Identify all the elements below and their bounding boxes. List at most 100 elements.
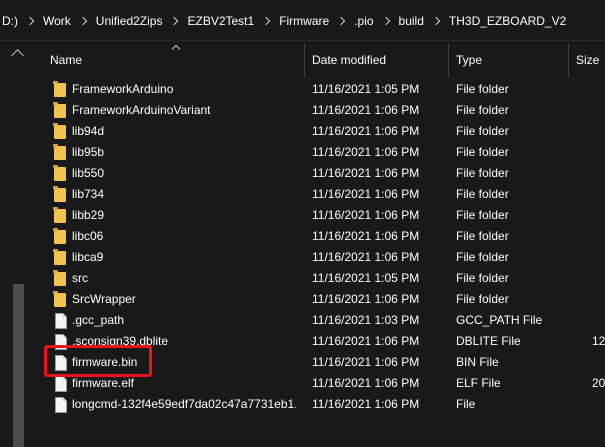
file-name: FrameworkArduinoVariant: [72, 103, 211, 117]
file-type: BIN File: [456, 355, 499, 369]
file-list: FrameworkArduino 11/16/2021 1:05 PM File f…: [32, 79, 605, 447]
file-row[interactable]: .gcc_path 11/16/2021 1:03 PM GCC_PATH File: [32, 310, 605, 331]
breadcrumb-item[interactable]: Firmware: [277, 14, 331, 28]
file-row[interactable]: .sconsign39.dblite 11/16/2021 1:06 PM DBLI…: [32, 331, 605, 352]
file-name: src: [72, 271, 88, 285]
file-date: 11/16/2021 1:06 PM: [312, 145, 420, 159]
file-name: lib550: [72, 166, 105, 180]
file-size: [592, 142, 605, 163]
file-row[interactable]: FrameworkArduinoVariant 11/16/2021 1:06 P…: [32, 100, 605, 121]
chevron-right-icon[interactable]: [170, 16, 179, 26]
file-row[interactable]: libca9 11/16/2021 1:06 PM File folder: [32, 247, 605, 268]
file-row[interactable]: lib94d 11/16/2021 1:06 PM File folder: [32, 121, 605, 142]
breadcrumb-item[interactable]: D:): [0, 14, 20, 28]
file-size: [592, 205, 605, 226]
file-row[interactable]: SrcWrapper 11/16/2021 1:06 PM File folder: [32, 289, 605, 310]
column-header-name[interactable]: Name: [50, 41, 82, 79]
file-type: File folder: [456, 271, 509, 285]
file-row[interactable]: libc06 11/16/2021 1:06 PM File folder: [32, 226, 605, 247]
address-bar[interactable]: D:) Work Unified2Zips EZBV2Test1 Firmware .pi…: [0, 0, 605, 41]
chevron-right-icon[interactable]: [25, 16, 35, 26]
breadcrumb-item[interactable]: TH3D_EZBOARD_V2: [447, 14, 568, 28]
chevron-right-icon[interactable]: [261, 16, 271, 26]
file-icon: [55, 355, 67, 371]
file-type: File folder: [456, 145, 509, 159]
file-date: 11/16/2021 1:05 PM: [312, 271, 420, 285]
file-row[interactable]: lib95b 11/16/2021 1:06 PM File folder: [32, 142, 605, 163]
file-date: 11/16/2021 1:06 PM: [312, 124, 420, 138]
file-size: [592, 352, 605, 373]
file-type: DBLITE File: [456, 334, 521, 348]
file-date: 11/16/2021 1:06 PM: [312, 334, 420, 348]
folder-icon: [53, 291, 66, 307]
file-name: .sconsign39.dblite: [72, 334, 169, 348]
chevron-right-icon[interactable]: [381, 16, 390, 26]
file-type: ELF File: [456, 376, 501, 390]
breadcrumb-item[interactable]: .pio: [352, 14, 375, 28]
file-name: FrameworkArduino: [72, 82, 174, 96]
file-name: lib95b: [72, 145, 105, 159]
file-date: 11/16/2021 1:06 PM: [312, 355, 420, 369]
chevron-right-icon[interactable]: [336, 16, 346, 26]
file-row-highlighted[interactable]: firmware.bin 11/16/2021 1:06 PM BIN File: [32, 352, 605, 373]
chevron-right-icon[interactable]: [78, 16, 88, 26]
file-icon: [55, 376, 67, 392]
file-date: 11/16/2021 1:06 PM: [312, 397, 420, 411]
file-name: firmware.bin: [72, 355, 138, 369]
file-type: File folder: [456, 208, 509, 222]
file-size: [592, 268, 605, 289]
scroll-up-icon[interactable]: [11, 49, 24, 62]
breadcrumb-item[interactable]: Work: [41, 14, 73, 28]
chevron-right-icon[interactable]: [431, 16, 441, 26]
column-header-size[interactable]: Size: [576, 41, 599, 79]
file-size: [592, 184, 605, 205]
file-type: File folder: [456, 124, 509, 138]
file-icon: [55, 334, 67, 350]
folder-icon: [53, 144, 66, 160]
file-type: File: [456, 397, 476, 411]
file-name: SrcWrapper: [72, 292, 136, 306]
file-row[interactable]: FrameworkArduino 11/16/2021 1:05 PM File f…: [32, 79, 605, 100]
file-size: [592, 121, 605, 142]
file-name: lib94d: [72, 124, 105, 138]
breadcrumb-item[interactable]: EZBV2Test1: [185, 14, 256, 28]
folder-icon: [53, 102, 66, 118]
breadcrumb-item[interactable]: build: [397, 14, 426, 28]
file-size: [592, 247, 605, 268]
file-name: longcmd-132f4e59edf7da02c47a7731eb1...: [72, 397, 296, 411]
navigation-pane: [0, 41, 30, 447]
column-header-date[interactable]: Date modified: [312, 41, 386, 79]
column-divider[interactable]: [448, 43, 449, 77]
file-icon: [55, 397, 67, 413]
file-size: [592, 226, 605, 247]
folder-icon: [53, 207, 66, 223]
file-size: [592, 310, 605, 331]
file-size: 20,: [592, 376, 605, 390]
folder-icon: [53, 186, 66, 202]
column-header-type[interactable]: Type: [456, 41, 482, 79]
file-size: [592, 289, 605, 310]
file-row[interactable]: libb29 11/16/2021 1:06 PM File folder: [32, 205, 605, 226]
file-row[interactable]: src 11/16/2021 1:05 PM File folder: [32, 268, 605, 289]
file-row[interactable]: longcmd-132f4e59edf7da02c47a7731eb1... 11…: [32, 394, 605, 415]
navigation-scrollbar[interactable]: [13, 284, 24, 447]
file-row[interactable]: lib550 11/16/2021 1:06 PM File folder: [32, 163, 605, 184]
folder-icon: [53, 249, 66, 265]
file-row[interactable]: firmware.elf 11/16/2021 1:06 PM ELF File 20…: [32, 373, 605, 394]
file-type: File folder: [456, 166, 509, 180]
breadcrumb-item[interactable]: Unified2Zips: [94, 14, 165, 28]
column-divider[interactable]: [568, 43, 569, 77]
file-size: 12,: [592, 334, 605, 348]
file-date: 11/16/2021 1:06 PM: [312, 208, 420, 222]
folder-icon: [53, 165, 66, 181]
folder-icon: [53, 123, 66, 139]
file-row[interactable]: lib734 11/16/2021 1:06 PM File folder: [32, 184, 605, 205]
file-size: [592, 394, 605, 415]
file-size: [592, 100, 605, 121]
column-divider[interactable]: [304, 43, 305, 77]
file-date: 11/16/2021 1:06 PM: [312, 292, 420, 306]
file-name: libc06: [72, 229, 104, 243]
file-type: File folder: [456, 250, 509, 264]
folder-icon: [53, 228, 66, 244]
breadcrumb: D:) Work Unified2Zips EZBV2Test1 Firmware .pi…: [0, 10, 568, 32]
